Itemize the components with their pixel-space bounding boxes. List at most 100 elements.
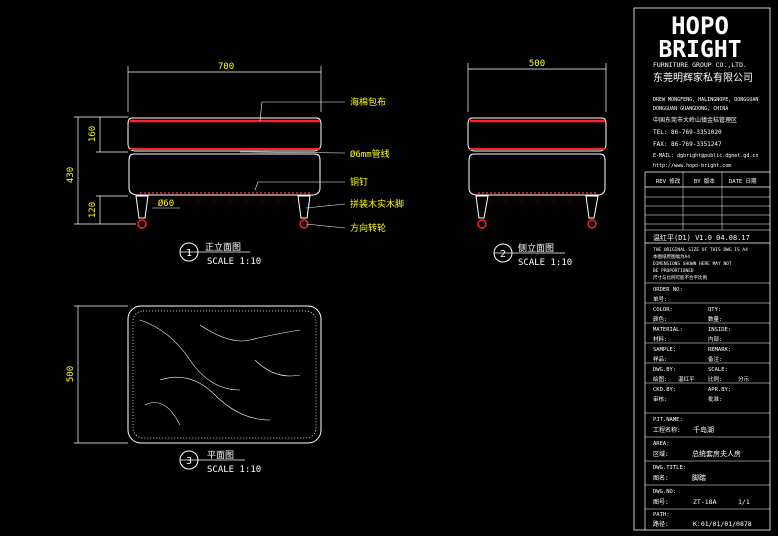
title-value: 脚踏 <box>692 473 706 482</box>
tel: TEL: 86-769-3351020 <box>653 129 722 136</box>
logo-hopo: HOPO <box>671 12 729 40</box>
front-right-leg <box>297 195 311 219</box>
field-l2: 备注: <box>708 355 722 363</box>
plan-view-number: 3 <box>186 456 192 467</box>
field-l1: 样品: <box>653 355 667 363</box>
side-base <box>468 153 606 196</box>
address-en2: DONGGUAN GUANGDONG, CHINA <box>653 106 728 112</box>
callout-sponge: 海棉包布 <box>350 96 386 108</box>
side-view-number: 2 <box>500 249 506 260</box>
path-label-cn: 路径: <box>653 520 669 528</box>
field-l1: MATERIAL: <box>653 327 683 333</box>
plan-view-name: 平面图 <box>207 450 234 461</box>
side-right-leg <box>585 195 599 219</box>
project-row: PJT.NAME: 工程名称: 千岛湖 AREA: 区域: 总统套房夫人房 DW… <box>645 412 770 528</box>
field-l2: 比例: <box>708 375 722 383</box>
path-value: K:01/01/01/0878 <box>693 520 752 528</box>
side-top-cushion <box>467 117 607 152</box>
front-leg-dia-dim: Ø60 <box>158 198 174 209</box>
side-view-scale: SCALE 1:10 <box>518 258 572 268</box>
logo-bright: BRIGHT <box>658 37 741 63</box>
field-l2: QTY: <box>708 307 721 313</box>
rev-col: REV 修改 <box>656 177 681 185</box>
title-block: HOPO BRIGHT FURNITURE GROUP CO.,LTD. 东莞明… <box>633 7 771 531</box>
side-width-dim: 500 <box>529 59 545 69</box>
dwgno-label-cn: 图号: <box>653 499 669 506</box>
designer-line: 温红平(D1) V1.0 04.08.17 <box>653 233 750 242</box>
area-value: 总统套房夫人房 <box>692 449 741 458</box>
field-l1: 颜色: <box>653 315 667 323</box>
field-l1: 审核: <box>653 395 667 403</box>
field-l1: 绘图: <box>653 375 667 383</box>
callout-caster: 方向转轮 <box>350 222 386 234</box>
title-label-cn: 图名: <box>653 474 669 482</box>
front-base <box>128 153 321 196</box>
callout-piping: Ø6mm管线 <box>350 148 390 160</box>
front-width-dim: 700 <box>218 62 234 72</box>
plan-view: 500 3 平面图 SCALE 1:10 <box>66 305 322 475</box>
front-elevation: 700 430 160 120 Ø60 海棉包布 Ø6mm管线 铜钉 拼装木实木… <box>66 62 404 267</box>
notice-line: THE ORIGINAL SIZE OF THIS DWG IS A4 <box>653 247 748 253</box>
project-label-en: PJT.NAME: <box>653 417 683 423</box>
cad-drawing-canvas: 700 430 160 120 Ø60 海棉包布 Ø6mm管线 铜钉 拼装木实木… <box>0 0 778 536</box>
website: http://www.hopo-bright.com <box>653 163 731 169</box>
callout-nails: 铜钉 <box>350 176 368 188</box>
front-view-name: 正立面图 <box>205 241 241 253</box>
project-value: 千岛湖 <box>693 425 714 434</box>
address-cn: 中国东莞市大岭山镇金桔管理区 <box>653 116 737 124</box>
path-label-en: PATH: <box>653 512 670 518</box>
plan-depth-dim: 500 <box>66 366 76 382</box>
by-col: BY 版本 <box>694 177 715 185</box>
field-l2: INSIDE: <box>708 327 731 333</box>
front-view-number: 1 <box>186 248 192 259</box>
field-l2: 批准: <box>708 395 722 403</box>
side-elevation: 500 2 侧立面图 SCALE 1:10 <box>467 59 607 268</box>
notice-line: DIMENSIONS SHOWN HERE MAY NOT <box>653 261 732 267</box>
email: E-MAIL: dgbright@public.dgnet.gd.cn <box>653 153 758 159</box>
front-top-height-dim: 160 <box>88 126 98 142</box>
field-rows: ORDER NO: 单号: COLOR: QTY: 颜色: 数量: MATERIAL: INS… <box>645 282 770 403</box>
dwgno-label-en: DWG.NO: <box>653 489 676 495</box>
field-l1: ORDER NO: <box>653 287 683 293</box>
field-l1: SAMPLE: <box>653 347 676 353</box>
field-v1: 温红平 <box>678 375 695 383</box>
title-label-en: DWG.TITLE: <box>653 465 686 471</box>
field-l1: 材料: <box>653 335 667 343</box>
field-v2: 分示 <box>738 375 750 383</box>
plan-view-scale: SCALE 1:10 <box>207 465 261 475</box>
plan-fabric-texture <box>139 319 301 426</box>
field-l1: CKD.BY: <box>653 387 676 393</box>
project-label-cn: 工程名称: <box>653 426 681 434</box>
company-en: FURNITURE GROUP CO.,LTD. <box>653 61 747 69</box>
front-view-scale: SCALE 1:10 <box>207 257 261 267</box>
dwgno-value: ZT-18A <box>693 498 717 506</box>
drawing-svg: 700 430 160 120 Ø60 海棉包布 Ø6mm管线 铜钉 拼装木实木… <box>66 7 771 531</box>
front-total-height-dim: 430 <box>66 167 76 183</box>
field-l2: 内部: <box>708 335 722 343</box>
side-left-leg <box>475 195 489 219</box>
company-cn: 东莞明辉家私有限公司 <box>653 71 753 84</box>
plan-outline <box>127 305 322 444</box>
area-label-en: AREA: <box>653 441 670 447</box>
front-top-cushion <box>127 117 322 152</box>
front-left-leg <box>135 195 149 219</box>
field-l2: 数量: <box>708 315 722 323</box>
side-view-name: 侧立面图 <box>518 242 554 254</box>
address-en: DREW MONGFENG, HALINGNOPE, DONGGUAN <box>653 97 758 103</box>
field-l1: 单号: <box>653 295 667 303</box>
front-leg-height-dim: 120 <box>88 202 98 218</box>
field-l2: SCALE: <box>708 367 728 373</box>
field-l1: COLOR: <box>653 307 673 313</box>
front-left-caster <box>137 219 147 229</box>
field-l2: APR.BY: <box>708 387 731 393</box>
notice-line: BE PROPORTIONED <box>653 268 694 274</box>
notice-line: 尺寸与比例可能不合平比例 <box>653 274 707 281</box>
area-label-cn: 区域: <box>653 450 669 458</box>
field-l2: REMARK: <box>708 347 731 353</box>
callout-wood-leg: 拼装木实木脚 <box>350 198 404 210</box>
date-col: DATE 日期 <box>729 178 757 185</box>
field-l1: DWG.BY: <box>653 367 676 373</box>
dwgno-sheet: 1/1 <box>738 498 750 506</box>
notice-line: 本图纸原图幅为A4 <box>653 253 690 260</box>
fax: FAX: 86-769-3351247 <box>653 141 722 148</box>
